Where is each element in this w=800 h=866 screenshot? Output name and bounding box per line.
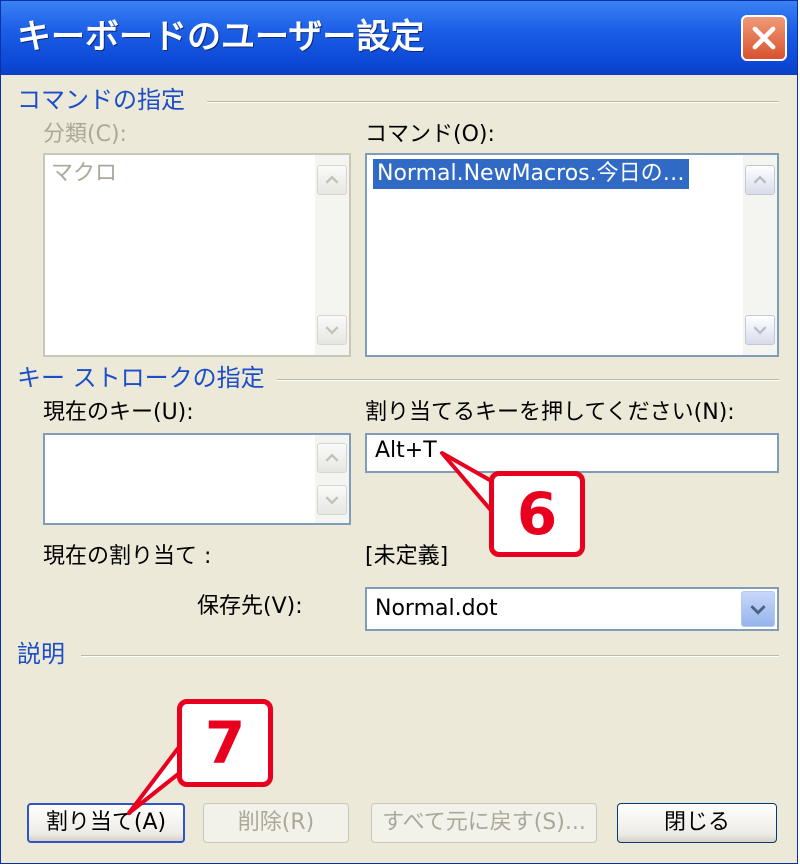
command-label: コマンド(O): xyxy=(365,122,495,147)
commands-group-title: コマンドの指定 xyxy=(17,86,185,114)
command-scrollbar[interactable] xyxy=(743,155,777,355)
keystroke-group-divider xyxy=(277,379,779,381)
save-in-dropdown[interactable]: Normal.dot xyxy=(365,587,779,631)
chevron-up-icon xyxy=(753,175,767,184)
assign-button[interactable]: 割り当て(A) xyxy=(27,803,185,843)
remove-button[interactable]: 削除(R) xyxy=(203,803,349,843)
category-scroll-up-button[interactable] xyxy=(317,165,347,195)
category-label: 分類(C): xyxy=(43,122,127,147)
command-scroll-up-button[interactable] xyxy=(745,165,775,195)
description-group-title: 説明 xyxy=(17,640,65,668)
chevron-up-icon xyxy=(325,453,339,462)
callout-7: 7 xyxy=(177,699,273,787)
keystroke-group-title: キー ストロークの指定 xyxy=(17,364,265,392)
category-scroll-down-button[interactable] xyxy=(317,315,347,345)
keyboard-customize-dialog: キーボードのユーザー設定 コマンドの指定 分類(C): マクロ コマンド(O):… xyxy=(0,0,798,864)
callout-6: 6 xyxy=(489,471,585,557)
close-window-button[interactable] xyxy=(741,15,787,61)
close-icon xyxy=(752,26,776,50)
command-listbox[interactable]: Normal.NewMacros.今日の… xyxy=(365,153,779,357)
close-button[interactable]: 閉じる xyxy=(617,803,777,843)
current-keys-scroll-down-button[interactable] xyxy=(317,485,347,515)
current-keys-listbox[interactable] xyxy=(43,433,351,525)
title-bar[interactable]: キーボードのユーザー設定 xyxy=(1,1,797,75)
command-item-selected[interactable]: Normal.NewMacros.今日の… xyxy=(373,159,689,189)
command-scroll-down-button[interactable] xyxy=(745,315,775,345)
chevron-down-icon xyxy=(750,605,766,615)
current-keys-scroll-up-button[interactable] xyxy=(317,443,347,473)
chevron-down-icon xyxy=(325,326,339,335)
dialog-title: キーボードのユーザー設定 xyxy=(17,17,425,57)
chevron-up-icon xyxy=(325,175,339,184)
save-in-value: Normal.dot xyxy=(375,596,498,621)
chevron-down-icon xyxy=(325,496,339,505)
current-keys-scrollbar[interactable] xyxy=(315,435,349,523)
current-assignment-label: 現在の割り当て : xyxy=(43,544,212,569)
current-keys-label: 現在のキー(U): xyxy=(43,400,194,425)
category-scrollbar[interactable] xyxy=(315,155,349,355)
save-in-dropdown-button[interactable] xyxy=(741,591,775,627)
new-key-label: 割り当てるキーを押してください(N): xyxy=(365,400,735,425)
reset-all-button[interactable]: すべて元に戻す(S)... xyxy=(371,803,597,843)
current-assignment-value: [未定義] xyxy=(365,544,449,569)
category-item-macro[interactable]: マクロ xyxy=(51,159,117,189)
category-listbox[interactable]: マクロ xyxy=(43,153,351,357)
new-key-input[interactable]: Alt+T xyxy=(365,433,779,473)
commands-group-divider xyxy=(207,101,779,103)
chevron-down-icon xyxy=(753,326,767,335)
save-in-label: 保存先(V): xyxy=(197,594,303,619)
description-group-divider xyxy=(81,655,779,657)
